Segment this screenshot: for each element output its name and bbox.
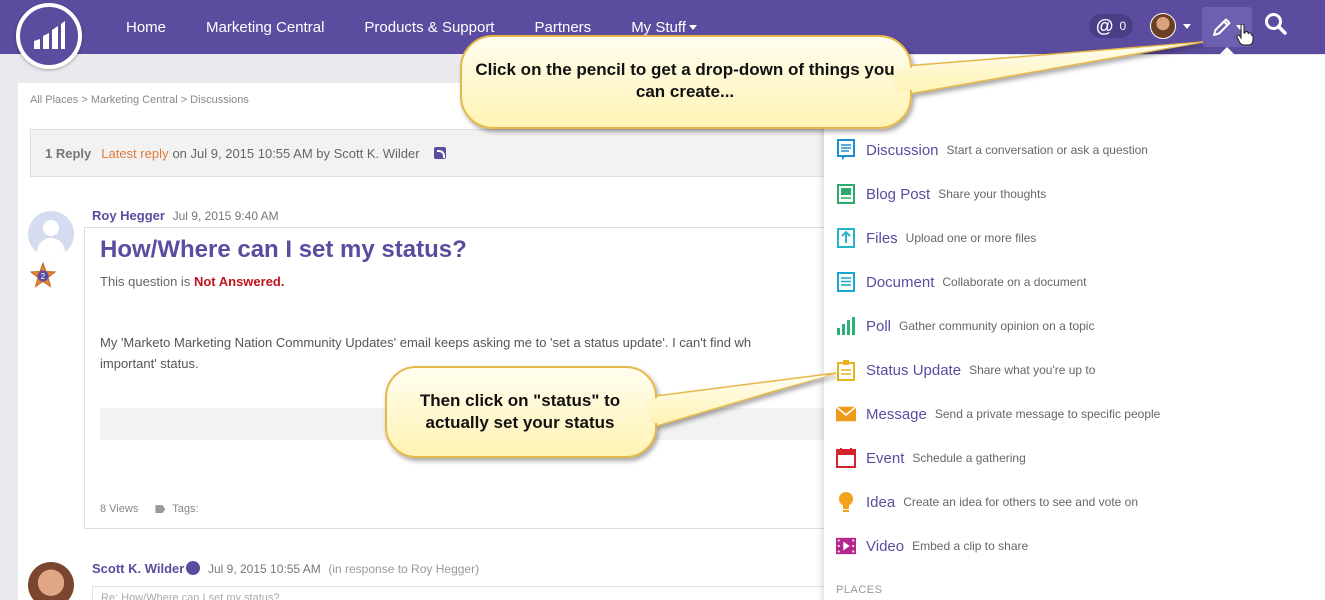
create-item-desc: Create an idea for others to see and vot… bbox=[903, 495, 1139, 509]
reply-date: Jul 9, 2015 10:55 AM bbox=[207, 562, 321, 576]
discussion-icon bbox=[836, 139, 856, 161]
create-poll[interactable]: Poll Gather community opinion on a topic bbox=[836, 314, 1094, 338]
post-body: My 'Marketo Marketing Nation Community U… bbox=[100, 332, 830, 374]
post-author[interactable]: Roy Hegger bbox=[92, 208, 165, 223]
reply-title: Re: How/Where can I set my status? bbox=[92, 586, 842, 600]
mentions-count: 0 bbox=[1119, 19, 1127, 33]
upload-icon bbox=[836, 227, 856, 249]
create-message[interactable]: Message Send a private message to specif… bbox=[836, 402, 1160, 426]
create-item-label: Blog Post bbox=[866, 185, 931, 203]
create-item-desc: Schedule a gathering bbox=[912, 451, 1026, 465]
search-button[interactable] bbox=[1264, 12, 1288, 41]
in-response-to[interactable]: (in response to Roy Hegger) bbox=[328, 562, 479, 576]
verified-badge-icon bbox=[186, 561, 201, 575]
create-item-desc: Send a private message to specific peopl… bbox=[934, 407, 1161, 421]
user-avatar-menu[interactable] bbox=[1150, 13, 1176, 39]
create-event[interactable]: Event Schedule a gathering bbox=[836, 446, 1026, 470]
rank-star-icon: 2 bbox=[30, 262, 56, 288]
marketo-logo[interactable] bbox=[16, 3, 82, 69]
create-item-label: Poll bbox=[866, 317, 892, 335]
mentions-button[interactable]: @ 0 bbox=[1089, 14, 1133, 38]
video-icon bbox=[836, 535, 856, 557]
post-meta: 8 Views Tags: bbox=[100, 503, 199, 515]
create-item-label: Message bbox=[866, 405, 927, 423]
create-blog-post[interactable]: Blog Post Share your thoughts bbox=[836, 182, 1046, 206]
create-item-label: Discussion bbox=[866, 141, 939, 159]
question-status-prefix: This question is bbox=[100, 274, 191, 289]
nav-marketing-central[interactable]: Marketing Central bbox=[206, 19, 324, 36]
create-item-label: Document bbox=[866, 273, 935, 291]
at-sign-icon: @ bbox=[1095, 15, 1114, 36]
reply-author-avatar[interactable] bbox=[28, 562, 74, 600]
create-discussion[interactable]: Discussion Start a conversation or ask a… bbox=[836, 138, 1148, 162]
create-item-desc: Upload one or more files bbox=[905, 231, 1037, 245]
create-item-desc: Share what you're up to bbox=[969, 363, 1096, 377]
create-video[interactable]: Video Embed a clip to share bbox=[836, 534, 1028, 558]
post-body-line: My 'Marketo Marketing Nation Community U… bbox=[100, 335, 752, 350]
create-item-label: Status Update bbox=[866, 361, 962, 379]
post-body-line: important' status. bbox=[100, 356, 199, 371]
create-idea[interactable]: Idea Create an idea for others to see an… bbox=[836, 490, 1138, 514]
create-document[interactable]: Document Collaborate on a document bbox=[836, 270, 1086, 294]
callout-status-text: Then click on "status" to actually set y… bbox=[419, 391, 621, 432]
envelope-icon bbox=[836, 403, 856, 425]
post-title: How/Where can I set my status? bbox=[100, 236, 467, 263]
callout-pencil-text: Click on the pencil to get a drop-down o… bbox=[475, 60, 895, 101]
document-icon bbox=[836, 271, 856, 293]
create-item-label: Files bbox=[866, 229, 898, 247]
pencil-icon bbox=[1213, 18, 1231, 36]
blog-icon bbox=[836, 183, 856, 205]
create-status-update[interactable]: Status Update Share what you're up to bbox=[836, 358, 1095, 382]
view-count: 8 Views bbox=[100, 503, 139, 515]
reply-summary-bar: 1 Reply Latest reply on Jul 9, 2015 10:5… bbox=[30, 129, 840, 177]
post-author-line: Roy Hegger Jul 9, 2015 9:40 AM bbox=[92, 208, 279, 223]
poll-icon bbox=[836, 315, 856, 337]
create-item-desc: Embed a clip to share bbox=[912, 539, 1029, 553]
reply-author-line: Scott K. Wilder Jul 9, 2015 10:55 AM (in… bbox=[92, 561, 479, 576]
status-icon bbox=[836, 359, 856, 381]
tag-icon bbox=[155, 505, 166, 514]
lightbulb-icon bbox=[836, 491, 856, 513]
nav-partners[interactable]: Partners bbox=[534, 19, 591, 36]
create-item-label: Idea bbox=[866, 493, 896, 511]
nav-products-support[interactable]: Products & Support bbox=[364, 19, 494, 36]
nav-my-stuff[interactable]: My Stuff bbox=[631, 19, 697, 36]
create-item-label: Event bbox=[866, 449, 905, 467]
create-item-desc: Start a conversation or ask a question bbox=[946, 143, 1148, 157]
chevron-down-icon bbox=[1183, 24, 1191, 29]
search-icon bbox=[1265, 13, 1287, 35]
create-files[interactable]: Files Upload one or more files bbox=[836, 226, 1036, 250]
tags-label: Tags: bbox=[172, 503, 199, 515]
calendar-icon bbox=[836, 447, 856, 469]
create-item-label: Video bbox=[866, 537, 905, 555]
hand-cursor-icon bbox=[1236, 24, 1254, 46]
nav-home[interactable]: Home bbox=[126, 19, 166, 36]
rss-icon[interactable] bbox=[433, 147, 446, 159]
latest-reply-info: on Jul 9, 2015 10:55 AM by Scott K. Wild… bbox=[172, 145, 420, 161]
create-item-desc: Collaborate on a document bbox=[942, 275, 1087, 289]
places-header: PLACES bbox=[836, 584, 883, 596]
create-item-desc: Share your thoughts bbox=[938, 187, 1047, 201]
chevron-down-icon bbox=[688, 25, 697, 31]
rank-number: 2 bbox=[41, 272, 46, 281]
post-date: Jul 9, 2015 9:40 AM bbox=[172, 209, 279, 223]
reply-author[interactable]: Scott K. Wilder bbox=[92, 561, 184, 576]
nav-my-stuff-label: My Stuff bbox=[631, 18, 686, 36]
question-status: This question is Not Answered. bbox=[100, 274, 284, 289]
latest-reply-link[interactable]: Latest reply bbox=[101, 146, 168, 161]
question-status-value: Not Answered. bbox=[193, 274, 285, 289]
author-avatar[interactable] bbox=[28, 211, 74, 257]
breadcrumb[interactable]: All Places > Marketing Central > Discuss… bbox=[30, 94, 249, 106]
create-item-desc: Gather community opinion on a topic bbox=[899, 319, 1095, 333]
reply-count: 1 Reply bbox=[45, 145, 92, 161]
